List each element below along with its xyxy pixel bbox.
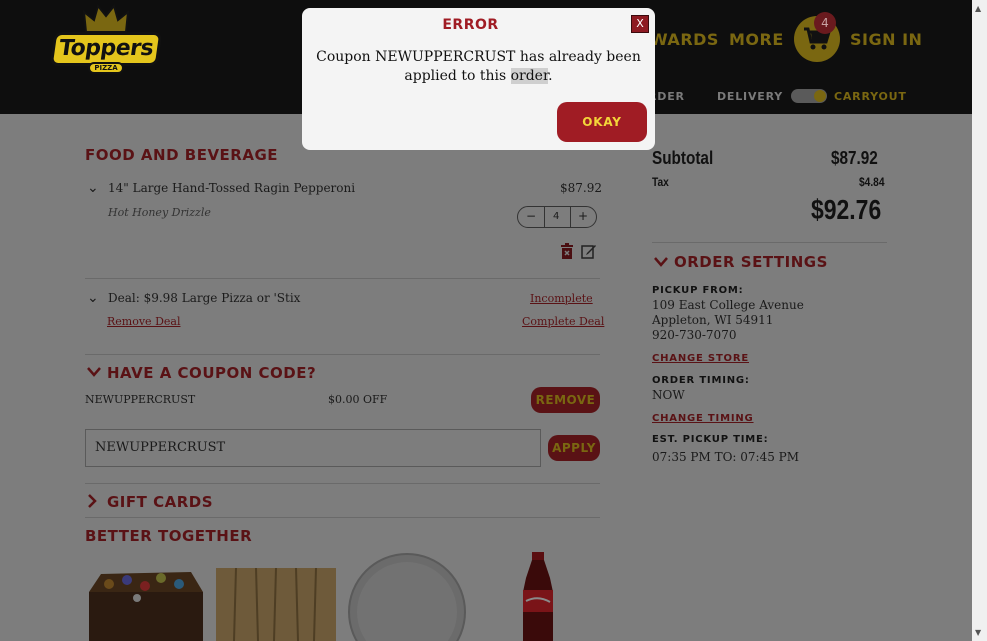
- divider: [85, 278, 600, 279]
- complete-deal-link[interactable]: Complete Deal: [522, 315, 604, 328]
- quantity-value: 4: [553, 211, 560, 222]
- cart-item-price: $87.92: [560, 181, 602, 195]
- modal-title: ERROR: [442, 17, 499, 33]
- scroll-up-arrow-icon[interactable]: ▲: [975, 4, 981, 13]
- cart-item-modifier: Hot Honey Drizzle: [108, 206, 211, 219]
- order-total: $92.76: [811, 194, 882, 225]
- error-modal: ERROR X Coupon NEWUPPERCRUST has already…: [302, 8, 655, 150]
- cart-item-name: 14" Large Hand-Tossed Ragin Pepperoni: [108, 181, 356, 195]
- remove-coupon-button[interactable]: REMOVE: [531, 387, 600, 413]
- stepper-divider: [544, 207, 545, 227]
- chevron-down-icon[interactable]: [86, 365, 102, 379]
- order-timing-label: ORDER TIMING:: [652, 375, 750, 386]
- pickup-time-label: EST. PICKUP TIME:: [652, 434, 769, 445]
- okay-button[interactable]: OKAY: [557, 102, 647, 142]
- toggle-knob: [814, 90, 826, 102]
- subtotal-value: $87.92: [831, 148, 878, 168]
- crown-icon: [82, 4, 130, 33]
- apply-coupon-button[interactable]: APPLY: [548, 435, 600, 461]
- store-address-line2: Appleton, WI 54911: [652, 313, 774, 327]
- coca-cola-bottle-image: [523, 552, 553, 641]
- gift-cards-title[interactable]: GIFT CARDS: [107, 493, 213, 511]
- pickup-from-label: PICKUP FROM:: [652, 285, 744, 296]
- remove-deal-link[interactable]: Remove Deal: [107, 315, 180, 328]
- better-together-title: BETTER TOGETHER: [85, 527, 253, 545]
- divider: [652, 242, 887, 243]
- product-coca-cola[interactable]: [517, 552, 559, 641]
- tax-label: Tax: [652, 175, 669, 189]
- brownie-image: [89, 572, 203, 641]
- modal-message-text: Coupon NEWUPPERCRUST has already been ap…: [316, 49, 641, 84]
- chevron-right-icon[interactable]: [86, 493, 98, 509]
- decrement-button[interactable]: −: [526, 209, 536, 223]
- nav-more[interactable]: MORE: [729, 30, 784, 49]
- nav-rewards[interactable]: WARDS: [650, 30, 719, 49]
- subtotal-label: Subtotal: [652, 148, 714, 168]
- modal-close-button[interactable]: X: [631, 15, 649, 33]
- delivery-carryout-toggle[interactable]: [791, 89, 827, 103]
- modal-message-end: .: [548, 68, 553, 84]
- change-store-link[interactable]: CHANGE STORE: [652, 353, 749, 364]
- stepper-divider: [570, 207, 571, 227]
- modal-message-highlight: order: [510, 68, 549, 84]
- coupon-discount: $0.00 OFF: [328, 393, 388, 406]
- order-timing-value: NOW: [652, 388, 685, 402]
- applied-coupon-code: NEWUPPERCRUST: [85, 393, 196, 406]
- increment-button[interactable]: +: [578, 209, 588, 223]
- product-dip[interactable]: [348, 552, 466, 641]
- dip-cup-image: [348, 553, 466, 641]
- subnav-delivery[interactable]: DELIVERY: [717, 90, 783, 103]
- pickup-time-value: 07:35 PM TO: 07:45 PM: [652, 450, 800, 464]
- deal-status-link[interactable]: Incomplete: [530, 292, 593, 305]
- divider: [85, 483, 600, 484]
- modal-message: Coupon NEWUPPERCRUST has already been ap…: [316, 48, 641, 86]
- trash-icon[interactable]: [560, 243, 574, 259]
- quantity-stepper: − 4 +: [517, 206, 597, 228]
- toppers-logo[interactable]: Toppers PIZZA: [49, 4, 163, 76]
- food-beverage-title: FOOD AND BEVERAGE: [85, 146, 279, 164]
- cart-count-badge: 4: [814, 12, 836, 34]
- divider: [85, 354, 600, 355]
- edit-icon[interactable]: [581, 243, 597, 259]
- scroll-down-arrow-icon[interactable]: ▼: [975, 628, 981, 637]
- store-address-line1: 109 East College Avenue: [652, 298, 804, 312]
- product-brownie[interactable]: [87, 552, 205, 641]
- chevron-down-icon[interactable]: ⌄: [87, 290, 99, 306]
- product-breadstix[interactable]: [216, 552, 336, 641]
- chevron-down-icon[interactable]: ⌄: [87, 180, 99, 196]
- page-scrollbar[interactable]: ▲ ▼: [972, 0, 987, 641]
- logo-subtext: PIZZA: [88, 62, 124, 74]
- subnav-carryout[interactable]: CARRYOUT: [834, 90, 907, 103]
- tax-value: $4.84: [859, 175, 885, 189]
- store-phone: 920-730-7070: [652, 328, 737, 342]
- divider: [85, 517, 600, 518]
- breadstix-image: [216, 567, 336, 641]
- nav-sign-in[interactable]: SIGN IN: [850, 30, 922, 49]
- chevron-down-icon[interactable]: [653, 255, 669, 269]
- order-settings-title[interactable]: ORDER SETTINGS: [674, 253, 828, 271]
- coupon-section-title[interactable]: HAVE A COUPON CODE?: [107, 364, 316, 382]
- coupon-code-input[interactable]: NEWUPPERCRUST: [85, 429, 541, 467]
- change-timing-link[interactable]: CHANGE TIMING: [652, 413, 754, 424]
- logo-wordmark: Toppers: [49, 32, 163, 66]
- deal-name: Deal: $9.98 Large Pizza or 'Stix: [108, 291, 301, 305]
